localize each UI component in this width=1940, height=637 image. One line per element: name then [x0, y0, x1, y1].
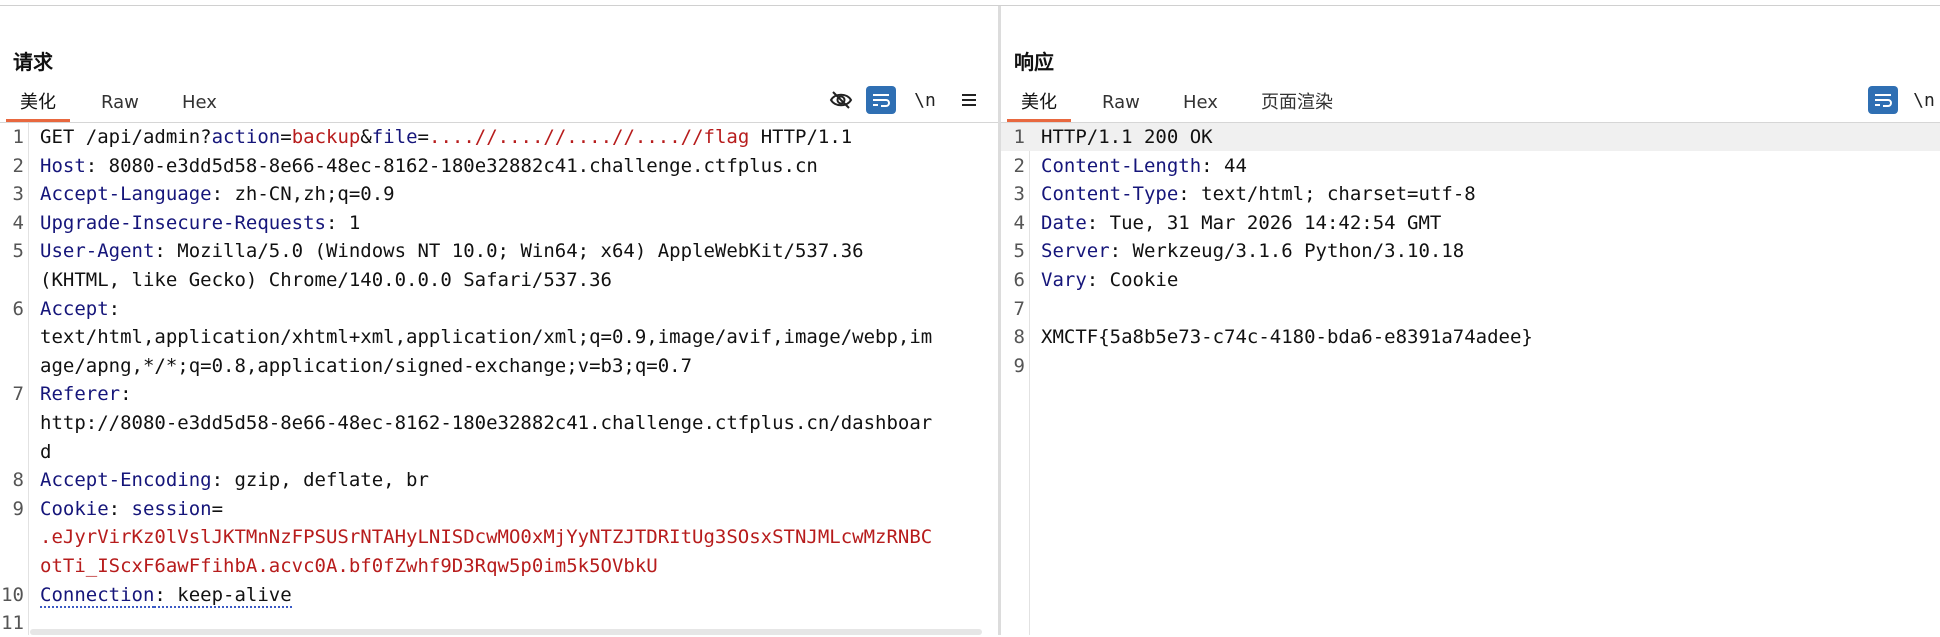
code-line[interactable]: 3 Accept-Language: zh-CN,zh;q=0.9 — [0, 180, 998, 208]
line-text: .eJyrVirKz0lVslJKTMnNzFPSUSrNTAHyLNISDcw… — [40, 523, 984, 551]
code-line[interactable]: 9 Cookie: session= — [0, 495, 998, 523]
line-number: 3 — [0, 180, 24, 208]
line-text: text/html,application/xhtml+xml,applicat… — [40, 323, 984, 351]
line-text: XMCTF{5a8b5e73-c74c-4180-bda6-e8391a74ad… — [1041, 323, 1926, 351]
line-text: Accept: — [40, 295, 984, 323]
line-number: 11 — [0, 609, 24, 637]
response-tab-hex[interactable]: Hex — [1183, 84, 1218, 122]
line-text: Host: 8080-e3dd5d58-8e66-48ec-8162-180e3… — [40, 152, 984, 180]
wrap-lines-icon — [871, 92, 891, 108]
line-text: http://8080-e3dd5d58-8e66-48ec-8162-180e… — [40, 409, 984, 437]
request-title: 请求 — [13, 46, 53, 75]
line-text: Accept-Encoding: gzip, deflate, br — [40, 466, 984, 494]
code-line[interactable]: 4 Upgrade-Insecure-Requests: 1 — [0, 209, 998, 237]
line-number: 5 — [1001, 237, 1025, 265]
code-line[interactable]: http://8080-e3dd5d58-8e66-48ec-8162-180e… — [0, 409, 998, 437]
code-line[interactable]: d — [0, 438, 998, 466]
tab-label: 美化 — [20, 92, 56, 113]
request-tab-raw[interactable]: Raw — [101, 84, 139, 122]
line-number: 3 — [1001, 180, 1025, 208]
line-number: 9 — [1001, 352, 1025, 380]
code-line[interactable]: 1 GET /api/admin?action=backup&file=..../… — [0, 123, 998, 151]
line-number: 9 — [0, 495, 24, 523]
line-number: 7 — [0, 380, 24, 408]
code-line[interactable]: 2 Content-Length: 44 — [1001, 152, 1940, 180]
request-tab-pretty[interactable]: 美化 — [20, 84, 56, 122]
line-number: 1 — [1001, 123, 1025, 151]
code-line[interactable]: 7 — [1001, 295, 1940, 323]
line-number: 6 — [0, 295, 24, 323]
line-number: 8 — [1001, 323, 1025, 351]
hide-nonprintable-button[interactable] — [826, 86, 856, 114]
code-line[interactable]: 7 Referer: — [0, 380, 998, 408]
code-line[interactable]: 9 — [1001, 352, 1940, 380]
wrap-lines-icon — [1873, 92, 1893, 108]
code-line[interactable]: otTi_IScxF6awFfihbA.acvc0A.bf0fZwhf9D3Rq… — [0, 552, 998, 580]
request-editor[interactable]: 1 GET /api/admin?action=backup&file=..../… — [0, 123, 998, 635]
request-pane: 请求 美化 Raw Hex \n 1 GET /api/admin?action… — [0, 6, 998, 635]
line-text: HTTP/1.1 200 OK — [1041, 123, 1926, 151]
line-text: otTi_IScxF6awFfihbA.acvc0A.bf0fZwhf9D3Rq… — [40, 552, 984, 580]
code-line[interactable]: 4 Date: Tue, 31 Mar 2026 14:42:54 GMT — [1001, 209, 1940, 237]
response-title: 响应 — [1014, 46, 1054, 75]
code-line[interactable]: age/apng,*/*;q=0.8,application/signed-ex… — [0, 352, 998, 380]
code-line[interactable]: .eJyrVirKz0lVslJKTMnNzFPSUSrNTAHyLNISDcw… — [0, 523, 998, 551]
response-pane: 响应 美化 Raw Hex 页面渲染 \n 1 HTTP/1.1 200 OK 2 C… — [1001, 6, 1940, 635]
code-line[interactable]: 2 Host: 8080-e3dd5d58-8e66-48ec-8162-180e… — [0, 152, 998, 180]
code-line[interactable]: 6 Vary: Cookie — [1001, 266, 1940, 294]
line-text: Vary: Cookie — [1041, 266, 1926, 294]
line-number: 2 — [1001, 152, 1025, 180]
line-number: 2 — [0, 152, 24, 180]
line-number: 1 — [0, 123, 24, 151]
line-number: 7 — [1001, 295, 1025, 323]
code-line[interactable]: 8 Accept-Encoding: gzip, deflate, br — [0, 466, 998, 494]
line-text: Cookie: session= — [40, 495, 984, 523]
code-line[interactable]: text/html,application/xhtml+xml,applicat… — [0, 323, 998, 351]
word-wrap-button[interactable] — [1868, 86, 1898, 114]
code-line[interactable]: 3 Content-Type: text/html; charset=utf-8 — [1001, 180, 1940, 208]
show-newlines-button[interactable]: \n — [910, 86, 940, 114]
line-number: 6 — [1001, 266, 1025, 294]
line-text: Referer: — [40, 380, 984, 408]
tab-label: 美化 — [1021, 92, 1057, 113]
line-number: 4 — [1001, 209, 1025, 237]
request-tab-hex[interactable]: Hex — [182, 84, 217, 122]
line-number: 5 — [0, 237, 24, 265]
response-tabs: 美化 Raw Hex 页面渲染 — [1001, 84, 1940, 122]
line-text: User-Agent: Mozilla/5.0 (Windows NT 10.0… — [40, 237, 984, 265]
line-text: Server: Werkzeug/3.1.6 Python/3.10.18 — [1041, 237, 1926, 265]
code-line[interactable]: 5 User-Agent: Mozilla/5.0 (Windows NT 10.… — [0, 237, 998, 265]
request-menu-button[interactable] — [954, 86, 984, 114]
response-editor[interactable]: 1 HTTP/1.1 200 OK 2 Content-Length: 44 3 Cont… — [1001, 123, 1940, 635]
response-tab-raw[interactable]: Raw — [1102, 84, 1140, 122]
line-text: d — [40, 438, 984, 466]
line-text: GET /api/admin?action=backup&file=....//… — [40, 123, 984, 151]
response-tab-render[interactable]: 页面渲染 — [1261, 84, 1333, 122]
horizontal-scrollbar[interactable] — [30, 629, 982, 635]
line-text: age/apng,*/*;q=0.8,application/signed-ex… — [40, 352, 984, 380]
line-number: 4 — [0, 209, 24, 237]
line-text: Content-Length: 44 — [1041, 152, 1926, 180]
code-line[interactable]: 5 Server: Werkzeug/3.1.6 Python/3.10.18 — [1001, 237, 1940, 265]
word-wrap-button[interactable] — [866, 86, 896, 114]
line-text: Connection: keep-alive — [40, 581, 984, 609]
line-text: Date: Tue, 31 Mar 2026 14:42:54 GMT — [1041, 209, 1926, 237]
code-line[interactable]: 8 XMCTF{5a8b5e73-c74c-4180-bda6-e8391a74a… — [1001, 323, 1940, 351]
hamburger-menu-icon — [960, 92, 978, 108]
line-text: Accept-Language: zh-CN,zh;q=0.9 — [40, 180, 984, 208]
line-number: 10 — [0, 581, 24, 609]
response-tab-pretty[interactable]: 美化 — [1021, 84, 1057, 122]
code-line[interactable]: 6 Accept: — [0, 295, 998, 323]
eye-off-icon — [829, 90, 853, 110]
code-line[interactable]: (KHTML, like Gecko) Chrome/140.0.0.0 Saf… — [0, 266, 998, 294]
code-line[interactable]: 1 HTTP/1.1 200 OK — [1001, 123, 1940, 151]
line-number: 8 — [0, 466, 24, 494]
show-newlines-button[interactable]: \n — [1909, 86, 1939, 114]
line-text: (KHTML, like Gecko) Chrome/140.0.0.0 Saf… — [40, 266, 984, 294]
line-text: Upgrade-Insecure-Requests: 1 — [40, 209, 984, 237]
line-text: Content-Type: text/html; charset=utf-8 — [1041, 180, 1926, 208]
code-line[interactable]: 10 Connection: keep-alive — [0, 581, 998, 609]
